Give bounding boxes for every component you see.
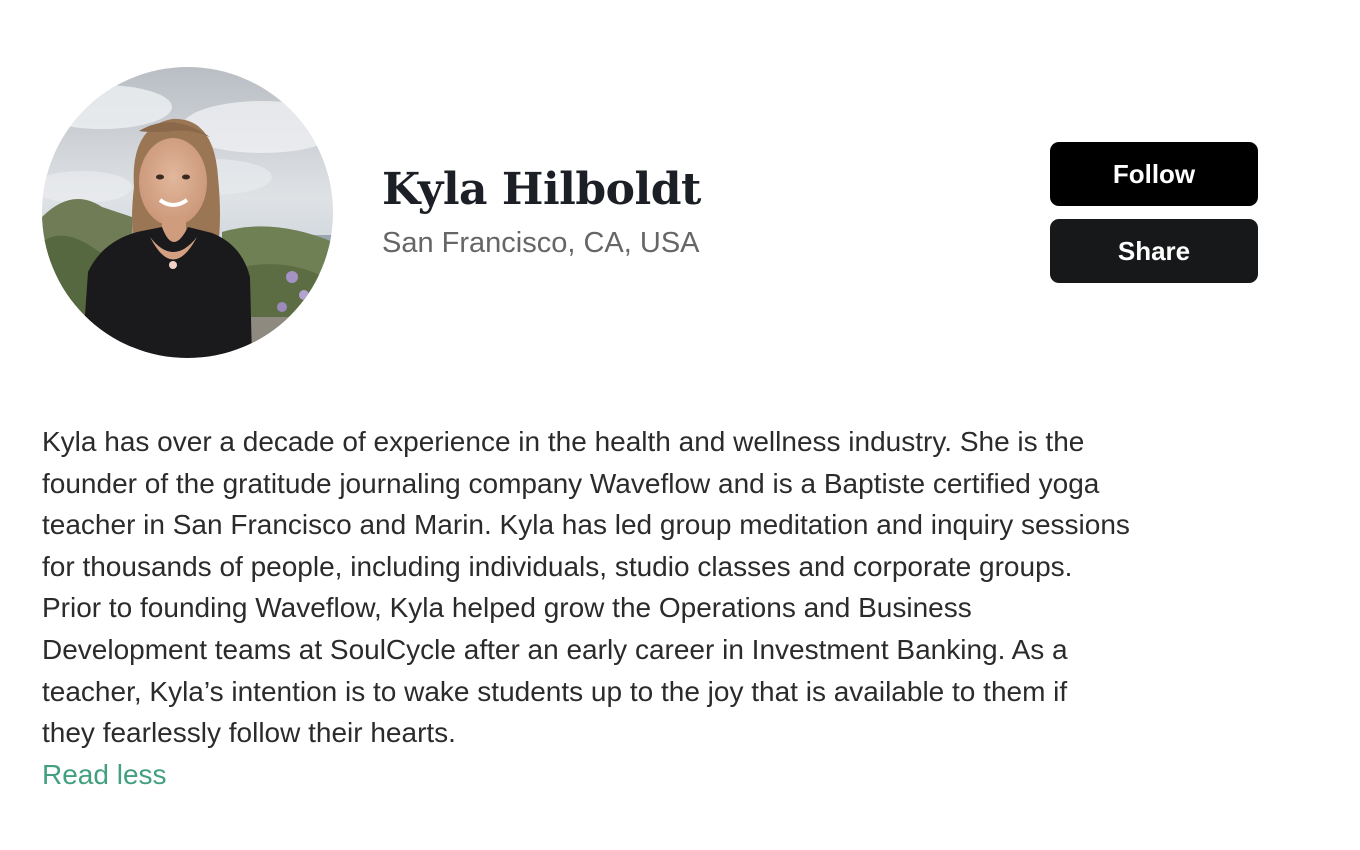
profile-name: Kyla Hilboldt [382, 164, 701, 215]
read-less-link[interactable]: Read less [42, 754, 167, 796]
bio-line: teacher in San Francisco and Marin. Kyla… [42, 509, 1130, 541]
follow-button[interactable]: Follow [1050, 142, 1258, 206]
profile-location: San Francisco, CA, USA [382, 227, 700, 259]
bio-line: Prior to founding Waveflow, Kyla helped … [42, 592, 972, 624]
profile-bio: Kyla has over a decade of experience in … [42, 421, 1282, 754]
bio-line: founder of the gratitude journaling comp… [42, 467, 1100, 499]
bio-line: Development teams at SoulCycle after an … [42, 633, 1068, 665]
profile-avatar [42, 67, 333, 358]
bio-line: teacher, Kyla’s intention is to wake stu… [42, 675, 1068, 707]
bio-line: they fearlessly follow their hearts. [42, 717, 456, 749]
share-button[interactable]: Share [1050, 219, 1258, 283]
bio-line: Kyla has over a decade of experience in … [42, 426, 1085, 457]
profile-photo [42, 67, 333, 358]
bio-line: for thousands of people, including indiv… [42, 550, 1073, 582]
